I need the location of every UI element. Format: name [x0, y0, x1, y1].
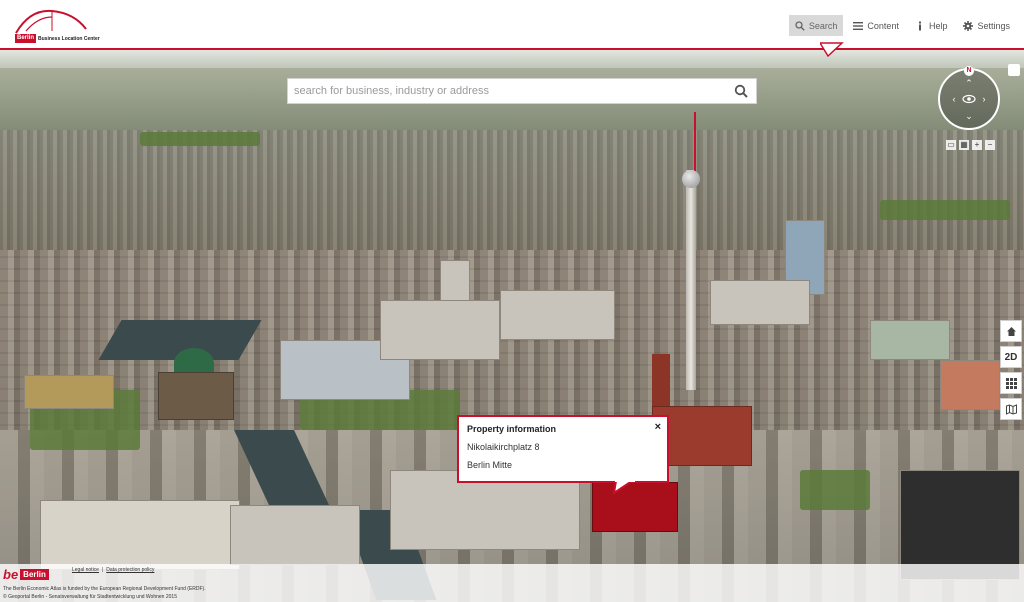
app-header: Berlin Business Location Center Search C…	[0, 0, 1024, 50]
nav-help[interactable]: Help	[909, 15, 954, 36]
north-indicator[interactable]: N	[964, 66, 974, 76]
berlin-cathedral	[158, 372, 234, 420]
data-protection-link[interactable]: Data protection policy	[106, 567, 154, 573]
grid-button[interactable]	[1000, 372, 1022, 394]
logo-berlin: Berlin	[20, 569, 49, 580]
map-icon	[1005, 403, 1017, 415]
grid-icon	[1005, 377, 1017, 389]
property-info-popup: Property information × Nikolaikirchplatz…	[457, 415, 669, 483]
logo-be: be	[3, 567, 19, 582]
tv-tower-sphere	[682, 170, 700, 188]
map-building	[24, 375, 114, 409]
header-notch-icon	[820, 42, 844, 58]
nav-settings[interactable]: Settings	[957, 15, 1016, 36]
home-icon	[1006, 326, 1016, 336]
view-2d-button[interactable]: 2D	[1000, 346, 1022, 368]
map-park	[880, 200, 1010, 220]
nav-settings-label: Settings	[977, 20, 1010, 31]
copyright-note: © Geoportal Berlin - Senatsverwaltung fü…	[3, 594, 177, 600]
nav-help-label: Help	[928, 20, 948, 31]
map-building	[710, 280, 810, 325]
info-icon	[918, 21, 921, 30]
search-input[interactable]	[288, 85, 726, 97]
map-building	[500, 290, 615, 340]
footer-separator: |	[101, 567, 104, 573]
nav-content-label: Content	[867, 20, 899, 31]
map-building	[230, 505, 360, 565]
map-building	[870, 320, 950, 360]
legal-notice-link[interactable]: Legal notice	[72, 567, 99, 573]
be-berlin-logo[interactable]: be Berlin	[3, 567, 49, 582]
zoom-in-icon[interactable]: +	[972, 140, 982, 150]
nav-content[interactable]: Content	[847, 15, 905, 36]
search-button[interactable]	[726, 78, 756, 104]
fullscreen-button[interactable]	[1008, 64, 1020, 76]
zoom-controls: ▭ ▦ + −	[946, 140, 995, 150]
map-building	[40, 500, 240, 570]
top-nav: Search Content Help Settings	[788, 15, 1016, 36]
rotate-right-icon[interactable]: ›	[978, 95, 990, 104]
gear-icon	[963, 20, 974, 31]
search-bar	[287, 78, 757, 104]
map-button[interactable]	[1000, 398, 1022, 420]
map-building	[940, 360, 1000, 410]
home-button[interactable]	[1000, 320, 1022, 342]
map-city-far	[0, 130, 1024, 270]
nav-search[interactable]: Search	[788, 15, 844, 36]
grid-small-icon[interactable]: ▦	[959, 140, 969, 150]
eye-icon	[962, 94, 976, 104]
logo-brand: Berlin	[15, 34, 37, 43]
navigation-compass[interactable]: ⌃ ⌄ ‹ ›	[938, 68, 1000, 130]
footer-links: Legal notice | Data protection policy	[72, 567, 154, 573]
logo-subtitle: Business Location Center	[38, 35, 100, 42]
menu-icon	[853, 21, 864, 30]
nav-search-label: Search	[808, 20, 838, 31]
search-icon	[734, 84, 748, 98]
map-park	[140, 132, 260, 146]
tv-tower-needle	[694, 112, 696, 172]
funding-note: The Berlin Economic Atlas is funded by t…	[3, 586, 206, 592]
logo-arc-icon	[15, 9, 87, 34]
map-building	[380, 300, 500, 360]
popup-title: Property information	[467, 424, 557, 434]
layers-icon[interactable]: ▭	[946, 140, 956, 150]
map-park	[800, 470, 870, 510]
property-address: Nikolaikirchplatz 8	[467, 442, 540, 452]
berlin-blc-logo[interactable]: Berlin Business Location Center	[12, 5, 100, 45]
rotate-left-icon[interactable]: ‹	[948, 95, 960, 104]
map-3d-view[interactable]	[0, 50, 1024, 602]
popup-pointer-icon	[612, 475, 636, 495]
property-district: Berlin Mitte	[467, 460, 513, 470]
search-icon	[795, 20, 805, 31]
close-icon[interactable]: ×	[655, 421, 661, 433]
tv-tower	[686, 170, 696, 390]
page-footer: be Berlin Legal notice | Data protection…	[0, 564, 1024, 602]
view-controls: 2D	[1000, 320, 1022, 420]
tilt-down-icon[interactable]: ⌄	[963, 112, 975, 121]
tilt-up-icon[interactable]: ⌃	[963, 79, 975, 88]
zoom-out-icon[interactable]: −	[985, 140, 995, 150]
